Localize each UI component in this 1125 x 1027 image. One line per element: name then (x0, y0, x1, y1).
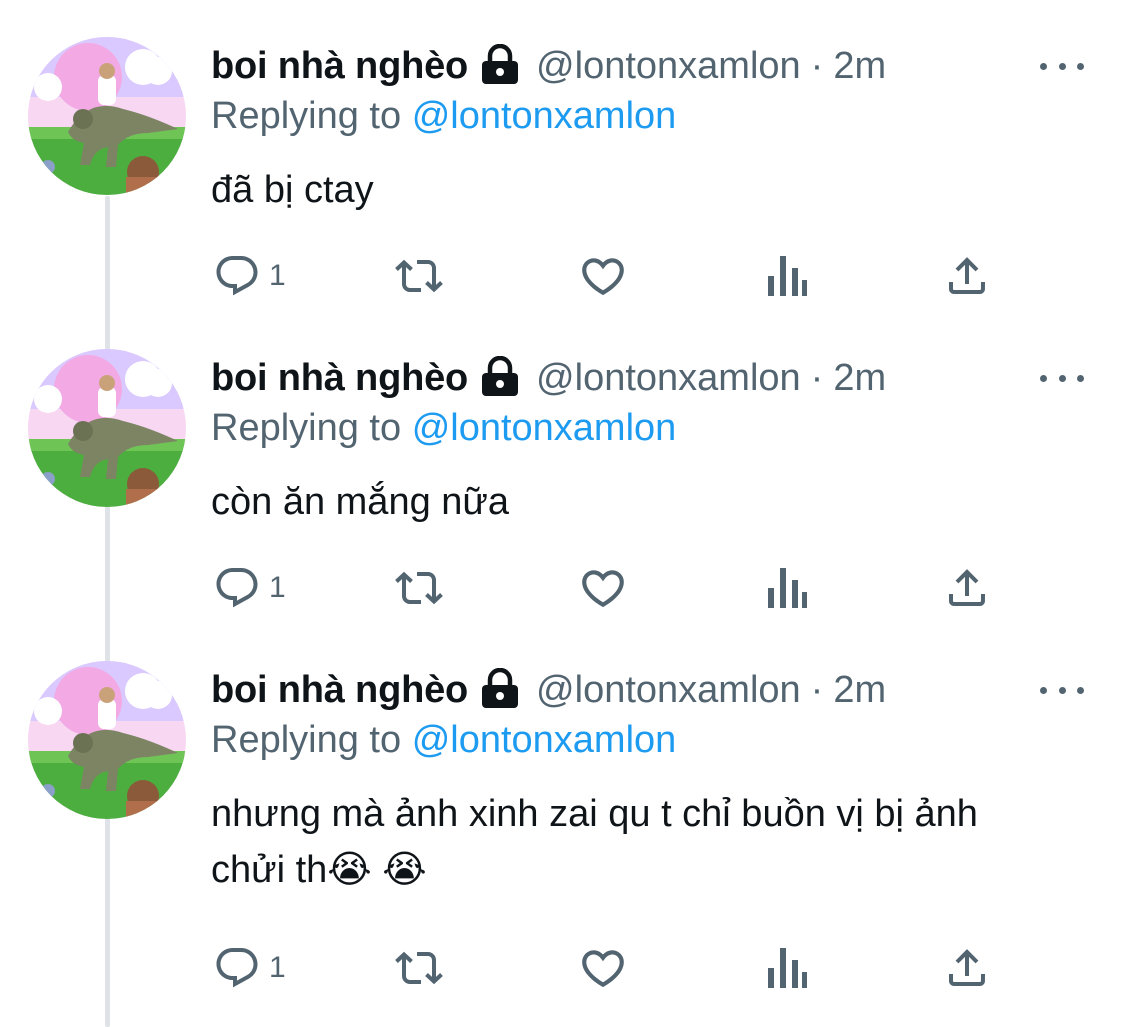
retweet-button[interactable] (391, 248, 447, 304)
avatar[interactable] (28, 661, 186, 819)
display-name[interactable]: boi nhà nghèo (211, 357, 468, 400)
reply-icon (213, 944, 261, 992)
views-button[interactable] (764, 940, 808, 996)
reply-button[interactable]: 1 (213, 560, 286, 616)
retweet-icon (391, 252, 447, 300)
views-button[interactable] (764, 248, 808, 304)
avatar[interactable] (28, 37, 186, 195)
separator-dot: · (810, 44, 824, 87)
replying-mention-link[interactable]: @lontonxamlon (412, 95, 677, 137)
timestamp[interactable]: 2m (833, 669, 886, 712)
views-icon (764, 564, 808, 612)
user-handle[interactable]: @lontonxamlon (536, 357, 801, 400)
share-button[interactable] (943, 940, 991, 996)
replying-mention-link[interactable]: @lontonxamlon (412, 407, 677, 449)
share-button[interactable] (943, 248, 991, 304)
tweet-actions: 1 (211, 248, 1011, 304)
tweet-1[interactable]: boi nhà nghèo @lontonxamlon · 2m Replyin… (0, 0, 1125, 312)
tweet-text: nhưng mà ảnh xinh zai qu t chỉ buồn vị b… (211, 793, 978, 891)
lock-icon (478, 667, 522, 713)
replying-prefix: Replying to (211, 719, 402, 761)
retweet-button[interactable] (391, 940, 447, 996)
retweet-icon (391, 564, 447, 612)
tweet-header: boi nhà nghèo @lontonxamlon · 2m (211, 666, 886, 714)
reply-button[interactable]: 1 (213, 248, 286, 304)
more-icon[interactable] (1040, 52, 1084, 80)
views-button[interactable] (764, 560, 808, 616)
share-icon (943, 944, 991, 992)
views-icon (764, 944, 808, 992)
timestamp[interactable]: 2m (833, 45, 886, 88)
tweet-header: boi nhà nghèo @lontonxamlon · 2m (211, 354, 886, 402)
share-button[interactable] (943, 560, 991, 616)
display-name[interactable]: boi nhà nghèo (211, 45, 468, 88)
avatar[interactable] (28, 349, 186, 507)
replying-prefix: Replying to (211, 407, 402, 449)
reply-button[interactable]: 1 (213, 940, 286, 996)
display-name[interactable]: boi nhà nghèo (211, 669, 468, 712)
more-icon[interactable] (1040, 364, 1084, 392)
tweet-text: còn ăn mắng nữa (211, 481, 509, 523)
reply-count: 1 (269, 951, 286, 984)
timestamp[interactable]: 2m (833, 357, 886, 400)
replying-mention-link[interactable]: @lontonxamlon (412, 719, 677, 761)
replying-to: Replying to @lontonxamlon (211, 95, 676, 141)
heart-icon (578, 251, 628, 301)
replying-to: Replying to @lontonxamlon (211, 719, 676, 765)
reply-icon (213, 252, 261, 300)
lock-icon (478, 355, 522, 401)
reply-count: 1 (269, 571, 286, 604)
more-icon[interactable] (1040, 676, 1084, 704)
lock-icon (478, 43, 522, 89)
tweet-text: đã bị ctay (211, 169, 374, 211)
user-handle[interactable]: @lontonxamlon (536, 45, 801, 88)
retweet-icon (391, 944, 447, 992)
tweet-3[interactable]: boi nhà nghèo @lontonxamlon · 2m Replyin… (0, 624, 1125, 988)
share-icon (943, 252, 991, 300)
reply-icon (213, 564, 261, 612)
like-button[interactable] (578, 940, 628, 996)
heart-icon (578, 943, 628, 993)
reply-count: 1 (269, 259, 286, 292)
tweet-actions: 1 (211, 940, 1011, 996)
user-handle[interactable]: @lontonxamlon (536, 669, 801, 712)
replying-prefix: Replying to (211, 95, 402, 137)
retweet-button[interactable] (391, 560, 447, 616)
tweet-actions: 1 (211, 560, 1011, 616)
tweet-header: boi nhà nghèo @lontonxamlon · 2m (211, 42, 886, 90)
views-icon (764, 252, 808, 300)
separator-dot: · (810, 356, 824, 399)
separator-dot: · (810, 668, 824, 711)
like-button[interactable] (578, 248, 628, 304)
replying-to: Replying to @lontonxamlon (211, 407, 676, 453)
tweet-2[interactable]: boi nhà nghèo @lontonxamlon · 2m Replyin… (0, 312, 1125, 624)
heart-icon (578, 563, 628, 613)
like-button[interactable] (578, 560, 628, 616)
share-icon (943, 564, 991, 612)
